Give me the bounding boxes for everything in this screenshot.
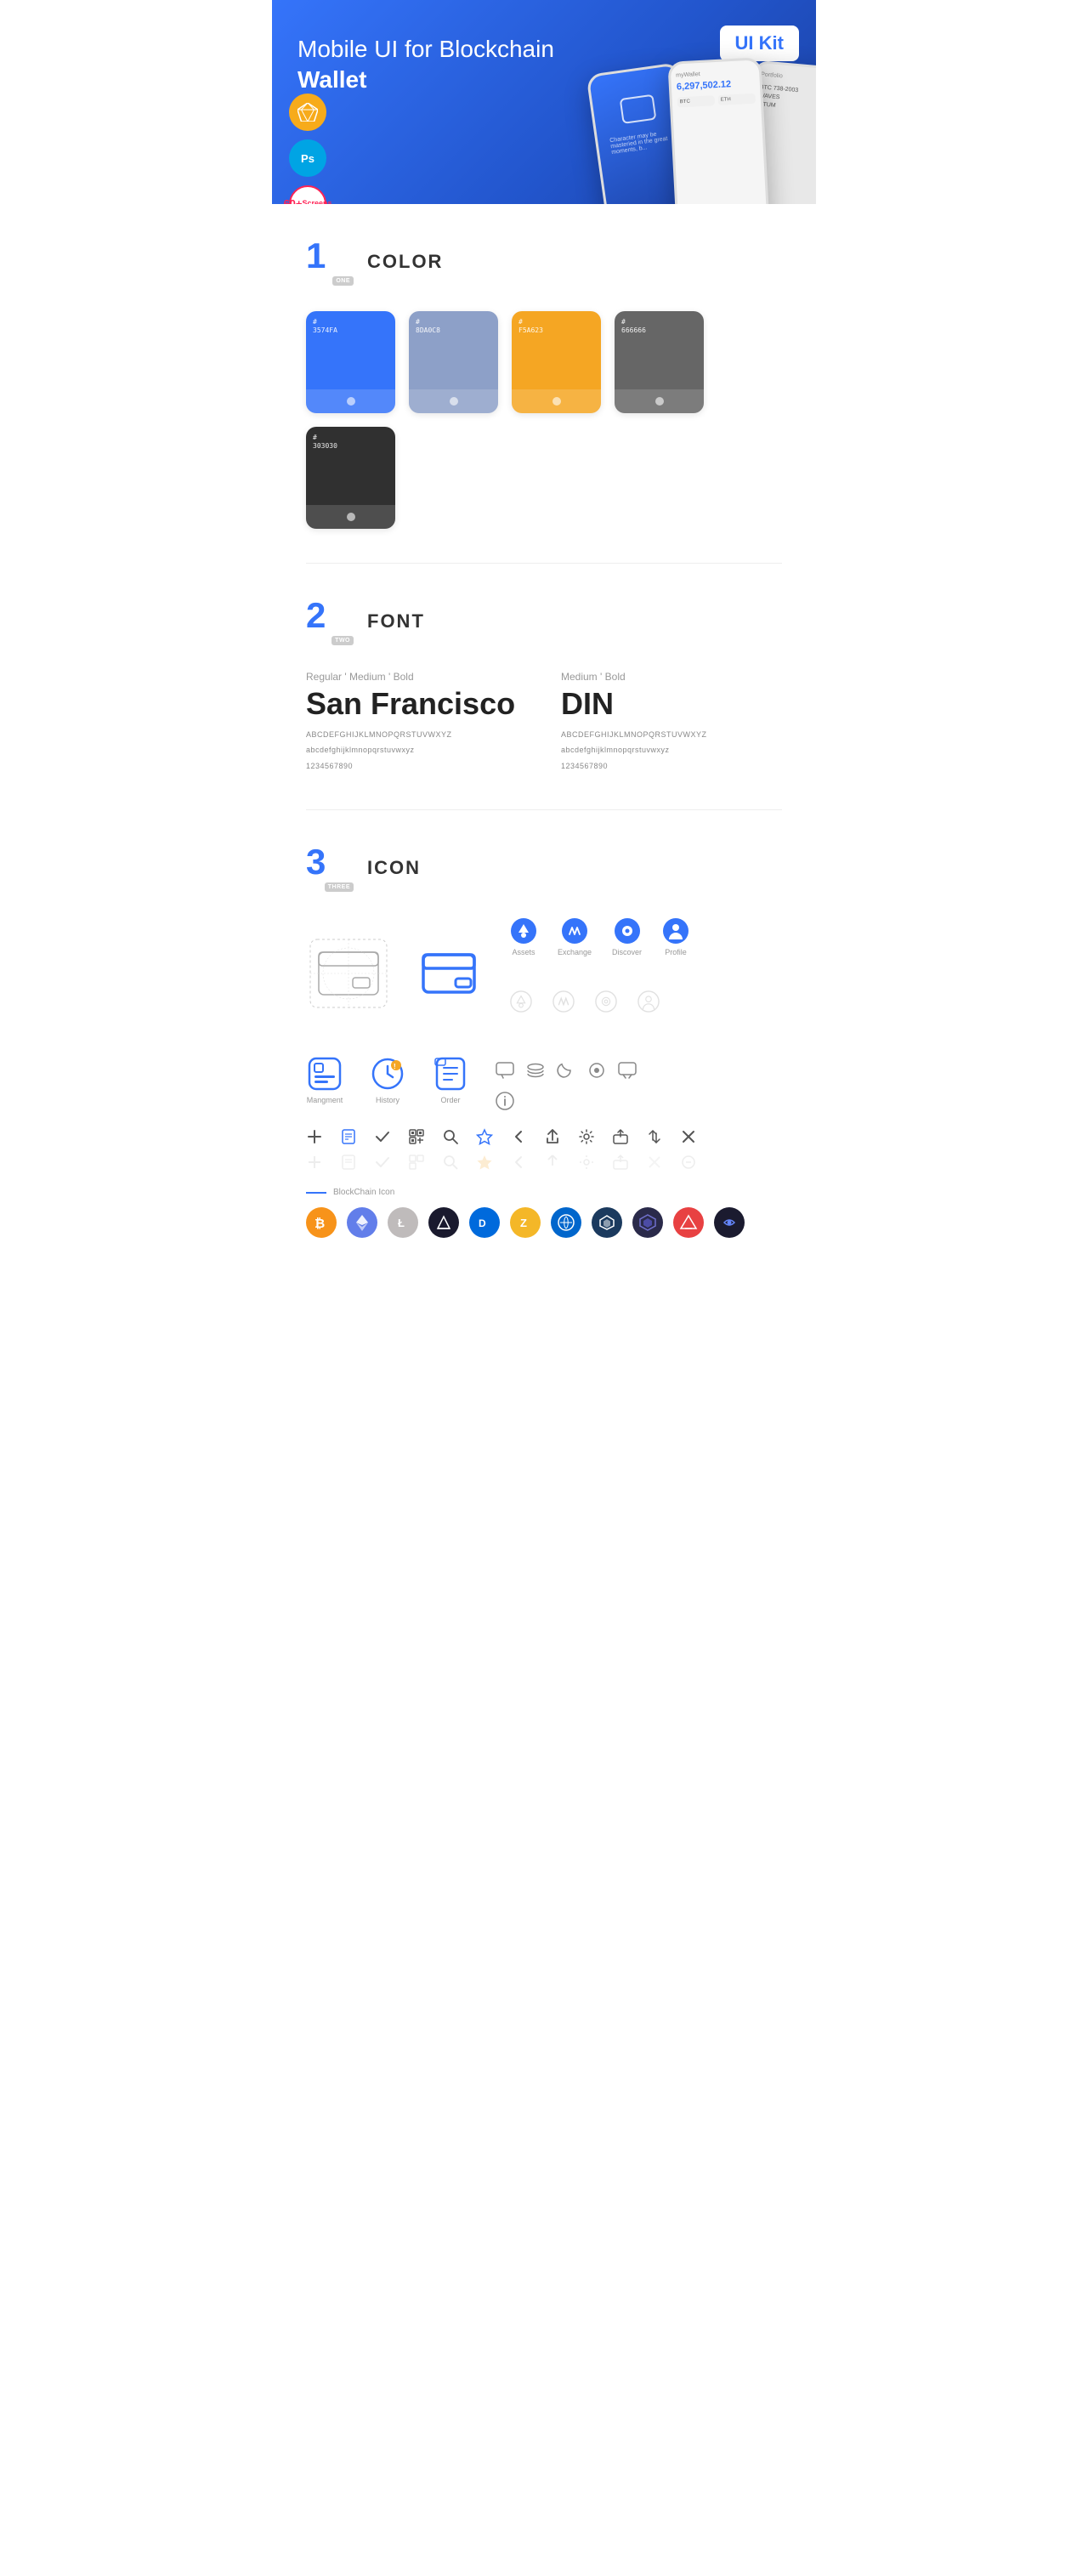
hero-badges: Ps 60+Screens <box>289 94 326 204</box>
crypto-avax <box>673 1207 704 1238</box>
color-section-header: 1 ONE COLOR <box>306 238 782 286</box>
color-dot <box>450 397 458 406</box>
phone-mockup-center: myWallet 6,297,502.12 BTC ETH <box>667 57 769 204</box>
icon-item-assets: Assets <box>510 917 537 956</box>
svg-text:Ł: Ł <box>398 1217 405 1229</box>
info-icon <box>495 1091 515 1111</box>
font-din: Medium ' Bold DIN ABCDEFGHIJKLMNOPQRSTUV… <box>561 671 782 775</box>
colors-grid: #3574FA #8DA0C8 #F5A623 #666666 #303030 <box>306 311 782 529</box>
color-card-slate: #8DA0C8 <box>409 311 498 413</box>
icon-section: 3 THREE ICON <box>306 810 782 1272</box>
font-uppercase-din: ABCDEFGHIJKLMNOPQRSTUVWXYZ <box>561 729 782 740</box>
crypto-ethereum <box>347 1207 377 1238</box>
crypto-litecoin: Ł <box>388 1207 418 1238</box>
color-card-dark: #303030 <box>306 427 395 529</box>
font-san-francisco: Regular ' Medium ' Bold San Francisco AB… <box>306 671 527 775</box>
icon-item-history: ! History <box>369 1055 406 1104</box>
section-number-3: 3 THREE <box>306 844 354 892</box>
icon-wireframe-wallet <box>306 935 391 1012</box>
font-section-header: 2 TWO FONT <box>306 598 782 645</box>
color-dot <box>347 513 355 521</box>
main-content: 1 ONE COLOR #3574FA #8DA0C8 #F5A623 #666… <box>272 204 816 1272</box>
toolbar-icons-active <box>306 1128 782 1145</box>
swap-icon <box>646 1128 663 1145</box>
sketch-badge <box>289 94 326 131</box>
chat-icon <box>617 1060 638 1081</box>
font-section: 2 TWO FONT Regular ' Medium ' Bold San F… <box>306 564 782 809</box>
font-grid: Regular ' Medium ' Bold San Francisco AB… <box>306 671 782 775</box>
icon-construction-area: Assets Exchange <box>306 917 782 1030</box>
font-style-din: Medium ' Bold <box>561 671 782 683</box>
circle-icon <box>586 1060 607 1081</box>
font-lowercase-din: abcdefghijklmnopqrstuvwxyz <box>561 744 782 756</box>
star-icon <box>476 1128 493 1145</box>
hero-section: Mobile UI for Blockchain Wallet UI Kit P… <box>272 0 816 204</box>
phone-mockups: Character may be masteried in the great … <box>595 51 816 204</box>
share-icon <box>544 1128 561 1145</box>
font-numbers-din: 1234567890 <box>561 760 782 772</box>
color-card-gray: #666666 <box>615 311 704 413</box>
icon-colored-wallet <box>416 939 484 1007</box>
back-icon <box>510 1128 527 1145</box>
icon-section-header: 3 THREE ICON <box>306 844 782 892</box>
nav-icons-row-ghost <box>510 990 689 1013</box>
crypto-band <box>714 1207 745 1238</box>
blockchain-label: BlockChain Icon <box>306 1188 782 1197</box>
moon-icon <box>556 1060 576 1081</box>
hero-title: Mobile UI for Blockchain Wallet <box>298 34 570 96</box>
svg-text:₿: ₿ <box>314 1217 325 1231</box>
icon-item-order: Order <box>432 1055 469 1104</box>
layers-icon <box>525 1060 546 1081</box>
app-icons-area: Mangment ! History <box>306 1055 782 1111</box>
export-icon <box>612 1128 629 1145</box>
svg-text:D: D <box>479 1217 486 1229</box>
settings-icon <box>578 1128 595 1145</box>
svg-text:Z: Z <box>520 1217 527 1229</box>
font-section-title: FONT <box>367 610 425 633</box>
doc-list-icon <box>340 1128 357 1145</box>
color-dot <box>552 397 561 406</box>
font-numbers-sf: 1234567890 <box>306 760 527 772</box>
crypto-neo <box>428 1207 459 1238</box>
font-lowercase-sf: abcdefghijklmnopqrstuvwxyz <box>306 744 527 756</box>
color-dot <box>655 397 664 406</box>
speech-icon <box>495 1060 515 1081</box>
font-name-sf: San Francisco <box>306 686 527 722</box>
color-dot <box>347 397 355 406</box>
qr-icon <box>408 1128 425 1145</box>
font-uppercase-sf: ABCDEFGHIJKLMNOPQRSTUVWXYZ <box>306 729 527 740</box>
icon-item-discover: Discover <box>612 917 642 956</box>
color-card-blue: #3574FA <box>306 311 395 413</box>
toolbar-icons-ghost <box>306 1154 782 1171</box>
nav-icons-area: Assets Exchange <box>510 917 689 1030</box>
icon-item-profile: Profile <box>662 917 689 956</box>
color-section-title: COLOR <box>367 251 443 273</box>
crypto-dark <box>632 1207 663 1238</box>
close-icon <box>680 1128 697 1145</box>
crypto-bitcoin: ₿ <box>306 1207 337 1238</box>
plus-icon <box>306 1128 323 1145</box>
screens-badge: 60+Screens <box>289 185 326 204</box>
color-section: 1 ONE COLOR #3574FA #8DA0C8 #F5A623 #666… <box>306 204 782 563</box>
color-card-orange: #F5A623 <box>512 311 601 413</box>
crypto-zcash: Z <box>510 1207 541 1238</box>
font-name-din: DIN <box>561 686 782 722</box>
icon-section-title: ICON <box>367 857 421 879</box>
svg-text:!: ! <box>394 1063 396 1070</box>
crypto-dash: D <box>469 1207 500 1238</box>
font-style-sf: Regular ' Medium ' Bold <box>306 671 527 683</box>
section-number-2: 2 TWO <box>306 598 354 645</box>
crypto-ark <box>592 1207 622 1238</box>
ps-badge: Ps <box>289 139 326 177</box>
crypto-coins-row: ₿ Ł D Z <box>306 1207 782 1238</box>
crypto-grid <box>551 1207 581 1238</box>
nav-icons-row-filled: Assets Exchange <box>510 917 689 956</box>
blockchain-line-decoration <box>306 1192 326 1194</box>
icon-item-exchange: Exchange <box>558 917 592 956</box>
icon-item-management: Mangment <box>306 1055 343 1104</box>
section-number-1: 1 ONE <box>306 238 354 286</box>
misc-icons-area <box>495 1060 665 1111</box>
check-icon <box>374 1128 391 1145</box>
search-icon <box>442 1128 459 1145</box>
